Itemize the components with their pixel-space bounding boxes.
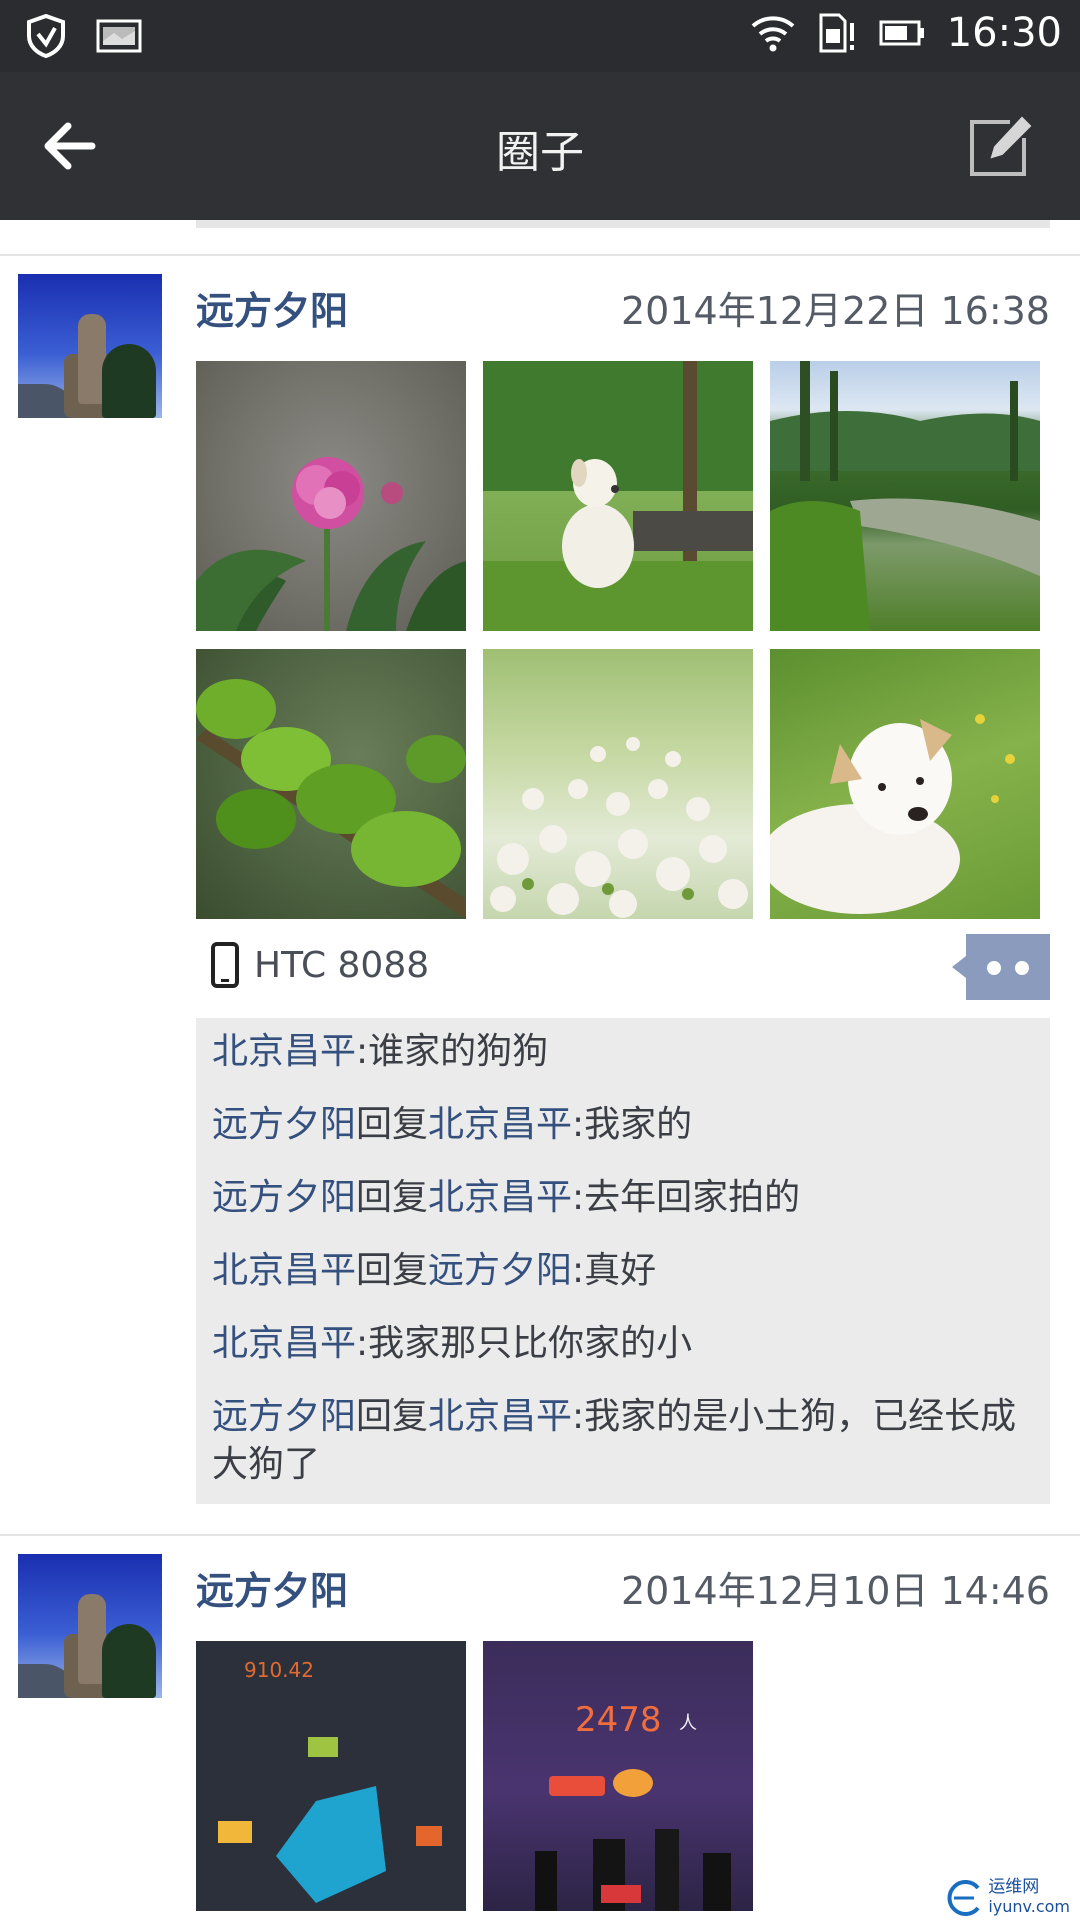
phone-icon xyxy=(211,942,239,988)
comment-reply-target[interactable]: 北京昌平 xyxy=(428,1396,572,1437)
app2-unit: 人 xyxy=(679,1713,697,1734)
comment-author[interactable]: 北京昌平 xyxy=(212,1323,356,1364)
photo-white-dog-on-grass[interactable] xyxy=(483,361,753,631)
photo-peony-flower[interactable] xyxy=(196,361,466,631)
photo-mountain-river[interactable] xyxy=(770,361,1040,631)
comment-reply-target[interactable]: 远方夕阳 xyxy=(428,1250,572,1291)
sim-card-alert-icon xyxy=(819,13,854,53)
shield-icon xyxy=(27,14,65,58)
post-1: 远方夕阳 2014年12月22日 16:38 HTC 8088 北京昌平:谁家的… xyxy=(0,256,1080,1538)
reply-word: 回复 xyxy=(356,1250,429,1291)
comment-item[interactable]: 北京昌平:我家那只比你家的小 xyxy=(212,1320,1032,1368)
photo-white-clover-field[interactable] xyxy=(483,649,753,919)
wifi-icon xyxy=(751,16,795,52)
reply-word: 回复 xyxy=(356,1104,429,1145)
comment-author[interactable]: 远方夕阳 xyxy=(212,1104,356,1145)
comment-item[interactable]: 远方夕阳回复北京昌平:我家的是小土狗，已经长成大狗了 xyxy=(212,1393,1032,1489)
comment-text: :去年回家拍的 xyxy=(572,1177,801,1218)
app2-number: 2478 xyxy=(575,1700,662,1740)
photo-app-city-screenshot[interactable]: 2478 人 xyxy=(483,1641,753,1911)
battery-icon xyxy=(879,20,924,46)
app1-number: 910.42 xyxy=(244,1658,314,1682)
comment-author[interactable]: 远方夕阳 xyxy=(212,1177,356,1218)
app-bar: 圈子 xyxy=(0,72,1080,220)
page-title: 圈子 xyxy=(496,127,584,178)
comment-text: :我家那只比你家的小 xyxy=(356,1323,693,1364)
comment-author[interactable]: 北京昌平 xyxy=(212,1250,356,1291)
avatar[interactable] xyxy=(18,274,162,418)
avatar[interactable] xyxy=(18,1554,162,1698)
status-time: 16:30 xyxy=(946,10,1062,56)
comment-button[interactable] xyxy=(946,934,1050,1000)
comment-bubble-icon xyxy=(952,934,1050,1000)
photo-app-chart-screenshot[interactable]: 910.42 xyxy=(196,1641,466,1911)
comment-reply-target[interactable]: 北京昌平 xyxy=(428,1104,572,1145)
reply-word: 回复 xyxy=(356,1177,429,1218)
post-username[interactable]: 远方夕阳 xyxy=(196,1560,348,1615)
comment-item[interactable]: 北京昌平回复远方夕阳:真好 xyxy=(212,1247,1032,1295)
photo-green-leaves[interactable] xyxy=(196,649,466,919)
comment-item[interactable]: 北京昌平:谁家的狗狗 xyxy=(212,1028,1032,1076)
site-watermark: 运维网 iyunv.com xyxy=(944,1872,1070,1916)
image-notification-icon xyxy=(96,19,142,53)
comment-text: :真好 xyxy=(572,1250,657,1291)
comment-reply-target[interactable]: 北京昌平 xyxy=(428,1177,572,1218)
device-info: HTC 8088 xyxy=(210,942,429,988)
post-username[interactable]: 远方夕阳 xyxy=(196,280,348,335)
comment-text: :我家的 xyxy=(572,1104,693,1145)
comment-item[interactable]: 远方夕阳回复北京昌平:我家的 xyxy=(212,1101,1032,1149)
comment-text: :谁家的狗狗 xyxy=(356,1031,549,1072)
watermark-cn: 运维网 xyxy=(988,1877,1040,1897)
photo-white-dog-lying[interactable] xyxy=(770,649,1040,919)
reply-word: 回复 xyxy=(356,1396,429,1437)
compose-button[interactable] xyxy=(966,114,1036,180)
previous-comments-strip xyxy=(196,220,1050,228)
post-2: 远方夕阳 2014年12月10日 14:46 910.42 2478 人 xyxy=(0,1536,1080,1920)
watermark-en: iyunv.com xyxy=(988,1897,1070,1916)
comment-author[interactable]: 北京昌平 xyxy=(212,1031,356,1072)
device-label: HTC 8088 xyxy=(254,944,430,986)
site-logo-icon xyxy=(947,1880,980,1916)
comments-box: 北京昌平:谁家的狗狗 远方夕阳回复北京昌平:我家的 远方夕阳回复北京昌平:去年回… xyxy=(196,1018,1050,1504)
post-timestamp: 2014年12月22日 16:38 xyxy=(620,289,1050,333)
edit-icon xyxy=(970,116,1032,176)
comment-author[interactable]: 远方夕阳 xyxy=(212,1396,356,1437)
status-bar: 16:30 xyxy=(0,0,1080,72)
previous-post-remnant xyxy=(0,220,1080,256)
post-timestamp: 2014年12月10日 14:46 xyxy=(620,1569,1050,1613)
comment-item[interactable]: 远方夕阳回复北京昌平:去年回家拍的 xyxy=(212,1174,1032,1222)
